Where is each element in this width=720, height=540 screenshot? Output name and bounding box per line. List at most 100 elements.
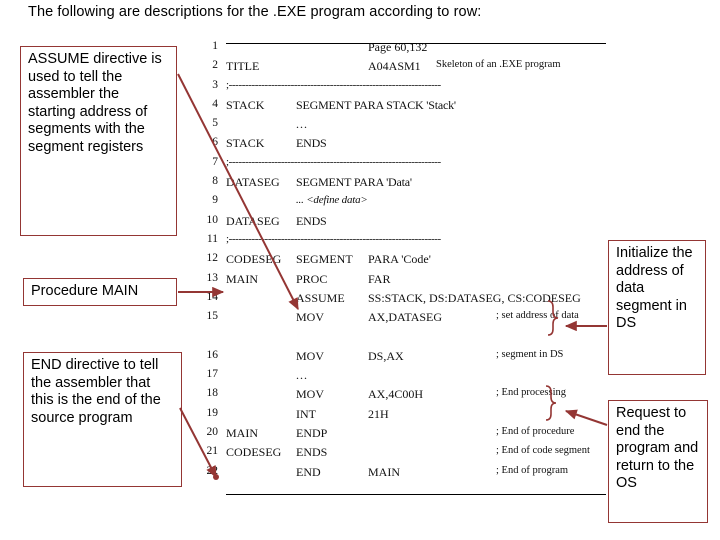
code-row: 2 TITLE A04ASM1 Skeleton of an .EXE prog… bbox=[196, 59, 608, 78]
code-op: END bbox=[296, 464, 321, 479]
code-op: INT bbox=[296, 406, 316, 421]
line-number: 10 bbox=[206, 213, 219, 226]
code-ellipsis: ... bbox=[296, 117, 308, 132]
code-row: 19 INT 21H bbox=[196, 407, 608, 426]
code-listing: 1 Page 60,132 2 TITLE A04ASM1 Skeleton o… bbox=[196, 40, 608, 484]
line-number: 2 bbox=[212, 59, 218, 72]
code-op: MOV bbox=[296, 387, 325, 402]
code-row: 15 MOV AX,DATASEG ; set address of data bbox=[196, 310, 608, 329]
code-op: SEGMENT bbox=[296, 252, 353, 267]
code-arg: PARA 'Code' bbox=[368, 252, 431, 267]
code-arg: SEGMENT PARA STACK 'Stack' bbox=[296, 97, 456, 112]
code-row: 21 CODESEG ENDS ; End of code segment bbox=[196, 445, 608, 464]
code-label: TITLE bbox=[226, 59, 260, 74]
code-row-spacer bbox=[196, 329, 608, 348]
page-title: The following are descriptions for the .… bbox=[28, 4, 482, 20]
line-number: 9 bbox=[212, 194, 218, 207]
code-row: 16 MOV DS,AX ; segment in DS bbox=[196, 349, 608, 368]
code-label: MAIN bbox=[226, 425, 258, 440]
code-arg: DS,AX bbox=[368, 348, 404, 363]
callout-end-directive: END directive to tell the assembler that… bbox=[23, 352, 182, 487]
code-divider: ;---------------------------------------… bbox=[226, 78, 441, 91]
code-op: ASSUME bbox=[296, 290, 345, 305]
code-comment: ; End of procedure bbox=[496, 425, 575, 437]
code-row: 4 STACK SEGMENT PARA STACK 'Stack' bbox=[196, 98, 608, 117]
code-comment: ; segment in DS bbox=[496, 348, 564, 360]
line-number: 6 bbox=[212, 136, 218, 149]
callout-assume: ASSUME directive is used to tell the ass… bbox=[20, 46, 177, 236]
code-comment: ; set address of data bbox=[496, 310, 579, 322]
code-arg: FAR bbox=[368, 271, 391, 286]
code-arg: ... <define data> bbox=[296, 194, 368, 207]
line-number: 14 bbox=[206, 290, 219, 303]
code-row: 10 DATASEG ENDS bbox=[196, 214, 608, 233]
code-row: 18 MOV AX,4C00H ; End processing bbox=[196, 387, 608, 406]
code-divider: ;---------------------------------------… bbox=[226, 155, 441, 168]
line-number: 17 bbox=[206, 368, 219, 381]
code-label: DATASEG bbox=[226, 213, 280, 228]
code-arg: ENDS bbox=[296, 136, 327, 151]
line-number: 20 bbox=[206, 425, 219, 438]
code-row: 11 ;------------------------------------… bbox=[196, 233, 608, 252]
code-arg: A04ASM1 bbox=[368, 59, 421, 74]
code-arg: AX,DATASEG bbox=[368, 310, 443, 325]
code-row: 9 ... <define data> bbox=[196, 194, 608, 213]
code-row: 5 ... bbox=[196, 117, 608, 136]
code-arg: SEGMENT PARA 'Data' bbox=[296, 175, 412, 190]
code-label: STACK bbox=[226, 97, 265, 112]
code-row-main-proc: 13 MAIN PROC FAR bbox=[196, 272, 608, 291]
code-divider: ;---------------------------------------… bbox=[226, 232, 441, 245]
code-comment: Skeleton of an .EXE program bbox=[436, 59, 561, 71]
code-arg: 21H bbox=[368, 406, 389, 421]
line-number: 21 bbox=[206, 445, 219, 458]
code-row: 7 ;-------------------------------------… bbox=[196, 156, 608, 175]
code-comment: ; End of program bbox=[496, 464, 569, 476]
code-rule-bottom bbox=[226, 494, 606, 495]
callout-initialize-ds: Initialize the address of data segment i… bbox=[608, 240, 706, 375]
callout-procedure-main: Procedure MAIN bbox=[23, 278, 177, 306]
code-row-end: 22 END MAIN ; End of program bbox=[196, 465, 608, 484]
code-arg: ENDS bbox=[296, 213, 327, 228]
line-number: 19 bbox=[206, 406, 219, 419]
line-number: 11 bbox=[206, 232, 218, 245]
code-label: STACK bbox=[226, 136, 265, 151]
code-op: ENDP bbox=[296, 425, 328, 440]
code-ellipsis: ... bbox=[296, 368, 308, 383]
slide-canvas: The following are descriptions for the .… bbox=[0, 0, 720, 540]
line-number: 16 bbox=[206, 348, 219, 361]
code-row: 1 Page 60,132 bbox=[196, 40, 608, 59]
code-label: CODESEG bbox=[226, 445, 282, 460]
line-number: 13 bbox=[206, 271, 219, 284]
code-arg: AX,4C00H bbox=[368, 387, 424, 402]
line-number: 3 bbox=[212, 78, 218, 91]
line-number: 1 bbox=[212, 40, 218, 52]
code-row: 17 ... bbox=[196, 368, 608, 387]
line-number: 12 bbox=[206, 252, 219, 265]
callout-request-end-program: Request to end the program and return to… bbox=[608, 400, 708, 523]
code-row: 8 DATASEG SEGMENT PARA 'Data' bbox=[196, 175, 608, 194]
line-number: 4 bbox=[212, 97, 218, 110]
line-number: 5 bbox=[212, 117, 218, 130]
line-number: 8 bbox=[212, 175, 218, 188]
code-op: ENDS bbox=[296, 445, 328, 460]
code-op: PROC bbox=[296, 271, 328, 286]
code-comment: ; End of code segment bbox=[496, 445, 590, 457]
code-row: 20 MAIN ENDP ; End of procedure bbox=[196, 426, 608, 445]
code-arg: Page 60,132 bbox=[368, 40, 428, 54]
code-op: MOV bbox=[296, 348, 325, 363]
code-arg: MAIN bbox=[368, 464, 400, 479]
line-number: 22 bbox=[206, 464, 219, 477]
code-op: MOV bbox=[296, 310, 325, 325]
code-row: 12 CODESEG SEGMENT PARA 'Code' bbox=[196, 252, 608, 271]
code-arg: SS:STACK, DS:DATASEG, CS:CODESEG bbox=[368, 290, 581, 305]
code-row-assume: 14 ASSUME SS:STACK, DS:DATASEG, CS:CODES… bbox=[196, 291, 608, 310]
code-row: 6 STACK ENDS bbox=[196, 136, 608, 155]
line-number: 7 bbox=[212, 155, 218, 168]
code-label: MAIN bbox=[226, 271, 258, 286]
code-row: 3 ;-------------------------------------… bbox=[196, 79, 608, 98]
code-comment: ; End processing bbox=[496, 387, 566, 399]
line-number: 18 bbox=[206, 387, 219, 400]
line-number: 15 bbox=[206, 310, 219, 323]
code-label: CODESEG bbox=[226, 252, 282, 267]
code-label: DATASEG bbox=[226, 175, 280, 190]
